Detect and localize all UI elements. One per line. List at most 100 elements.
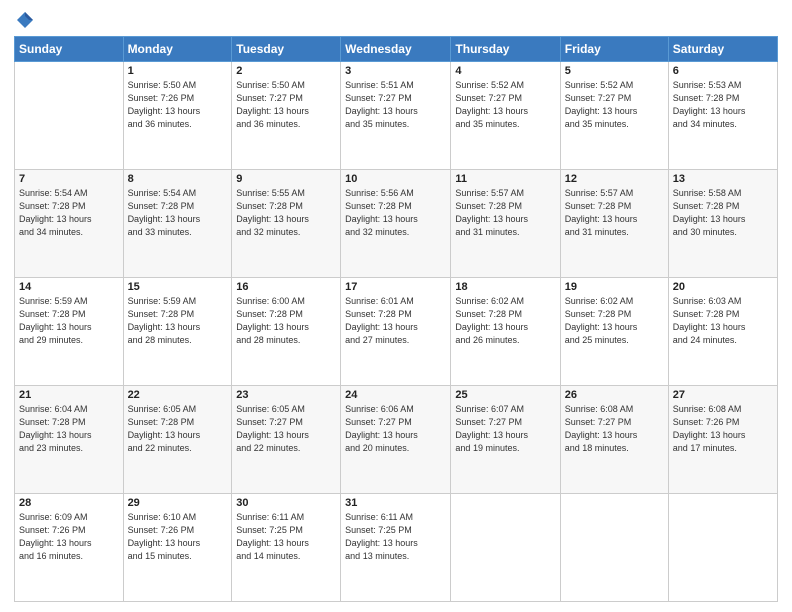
day-info: Sunrise: 5:54 AMSunset: 7:28 PMDaylight:…: [19, 187, 119, 239]
day-number: 31: [345, 497, 446, 509]
day-info: Sunrise: 6:00 AMSunset: 7:28 PMDaylight:…: [236, 295, 336, 347]
day-info: Sunrise: 6:10 AMSunset: 7:26 PMDaylight:…: [128, 511, 228, 563]
day-info: Sunrise: 5:53 AMSunset: 7:28 PMDaylight:…: [673, 79, 773, 131]
logo: [14, 10, 36, 30]
col-header-thursday: Thursday: [451, 37, 560, 62]
day-info: Sunrise: 5:55 AMSunset: 7:28 PMDaylight:…: [236, 187, 336, 239]
day-info: Sunrise: 5:52 AMSunset: 7:27 PMDaylight:…: [455, 79, 555, 131]
calendar-table: SundayMondayTuesdayWednesdayThursdayFrid…: [14, 36, 778, 602]
day-number: 10: [345, 173, 446, 185]
day-number: 5: [565, 65, 664, 77]
day-number: 28: [19, 497, 119, 509]
day-info: Sunrise: 6:04 AMSunset: 7:28 PMDaylight:…: [19, 403, 119, 455]
calendar-cell: 24 Sunrise: 6:06 AMSunset: 7:27 PMDayligh…: [341, 386, 451, 494]
calendar-cell: 30 Sunrise: 6:11 AMSunset: 7:25 PMDayligh…: [232, 494, 341, 602]
day-number: 26: [565, 389, 664, 401]
calendar-cell: 6 Sunrise: 5:53 AMSunset: 7:28 PMDaylight…: [668, 62, 777, 170]
day-number: 17: [345, 281, 446, 293]
calendar-cell: 10 Sunrise: 5:56 AMSunset: 7:28 PMDayligh…: [341, 170, 451, 278]
day-number: 27: [673, 389, 773, 401]
col-header-sunday: Sunday: [15, 37, 124, 62]
day-info: Sunrise: 5:51 AMSunset: 7:27 PMDaylight:…: [345, 79, 446, 131]
calendar-cell: 17 Sunrise: 6:01 AMSunset: 7:28 PMDayligh…: [341, 278, 451, 386]
calendar-cell: 27 Sunrise: 6:08 AMSunset: 7:26 PMDayligh…: [668, 386, 777, 494]
calendar-week-row: 28 Sunrise: 6:09 AMSunset: 7:26 PMDayligh…: [15, 494, 778, 602]
calendar-week-row: 7 Sunrise: 5:54 AMSunset: 7:28 PMDaylight…: [15, 170, 778, 278]
day-number: 16: [236, 281, 336, 293]
calendar-cell: 22Sunrise: 6:05 AMSunset: 7:28 PMDayligh…: [123, 386, 232, 494]
day-number: 11: [455, 173, 555, 185]
day-info: Sunrise: 6:01 AMSunset: 7:28 PMDaylight:…: [345, 295, 446, 347]
calendar-cell: 12Sunrise: 5:57 AMSunset: 7:28 PMDayligh…: [560, 170, 668, 278]
calendar-cell: 8Sunrise: 5:54 AMSunset: 7:28 PMDaylight…: [123, 170, 232, 278]
calendar-cell: [560, 494, 668, 602]
calendar-cell: 13Sunrise: 5:58 AMSunset: 7:28 PMDayligh…: [668, 170, 777, 278]
day-number: 14: [19, 281, 119, 293]
col-header-friday: Friday: [560, 37, 668, 62]
calendar-week-row: 1 Sunrise: 5:50 AMSunset: 7:26 PMDaylight…: [15, 62, 778, 170]
day-info: Sunrise: 6:05 AMSunset: 7:27 PMDaylight:…: [236, 403, 336, 455]
day-number: 18: [455, 281, 555, 293]
day-info: Sunrise: 6:11 AMSunset: 7:25 PMDaylight:…: [236, 511, 336, 563]
day-info: Sunrise: 6:03 AMSunset: 7:28 PMDaylight:…: [673, 295, 773, 347]
day-info: Sunrise: 6:08 AMSunset: 7:26 PMDaylight:…: [673, 403, 773, 455]
calendar-header: [14, 10, 778, 30]
calendar-cell: [451, 494, 560, 602]
calendar-cell: 16 Sunrise: 6:00 AMSunset: 7:28 PMDayligh…: [232, 278, 341, 386]
day-number: 4: [455, 65, 555, 77]
day-number: 24: [345, 389, 446, 401]
day-info: Sunrise: 5:56 AMSunset: 7:28 PMDaylight:…: [345, 187, 446, 239]
day-number: 12: [565, 173, 664, 185]
calendar-page: SundayMondayTuesdayWednesdayThursdayFrid…: [0, 0, 792, 612]
day-info: Sunrise: 6:07 AMSunset: 7:27 PMDaylight:…: [455, 403, 555, 455]
calendar-cell: 20 Sunrise: 6:03 AMSunset: 7:28 PMDayligh…: [668, 278, 777, 386]
day-info: Sunrise: 6:06 AMSunset: 7:27 PMDaylight:…: [345, 403, 446, 455]
day-number: 9: [236, 173, 336, 185]
day-info: Sunrise: 5:50 AMSunset: 7:26 PMDaylight:…: [128, 79, 228, 131]
calendar-cell: 5 Sunrise: 5:52 AMSunset: 7:27 PMDaylight…: [560, 62, 668, 170]
calendar-cell: 19 Sunrise: 6:02 AMSunset: 7:28 PMDayligh…: [560, 278, 668, 386]
day-number: 21: [19, 389, 119, 401]
day-info: Sunrise: 5:54 AMSunset: 7:28 PMDaylight:…: [128, 187, 228, 239]
day-number: 23: [236, 389, 336, 401]
calendar-cell: 14Sunrise: 5:59 AMSunset: 7:28 PMDayligh…: [15, 278, 124, 386]
day-number: 6: [673, 65, 773, 77]
day-number: 15: [128, 281, 228, 293]
day-info: Sunrise: 5:57 AMSunset: 7:28 PMDaylight:…: [455, 187, 555, 239]
day-number: 29: [128, 497, 228, 509]
calendar-cell: 2Sunrise: 5:50 AMSunset: 7:27 PMDaylight…: [232, 62, 341, 170]
day-number: 30: [236, 497, 336, 509]
calendar-cell: [15, 62, 124, 170]
day-info: Sunrise: 6:08 AMSunset: 7:27 PMDaylight:…: [565, 403, 664, 455]
day-info: Sunrise: 6:09 AMSunset: 7:26 PMDaylight:…: [19, 511, 119, 563]
col-header-saturday: Saturday: [668, 37, 777, 62]
day-info: Sunrise: 6:11 AMSunset: 7:25 PMDaylight:…: [345, 511, 446, 563]
calendar-cell: 7 Sunrise: 5:54 AMSunset: 7:28 PMDaylight…: [15, 170, 124, 278]
day-number: 13: [673, 173, 773, 185]
calendar-week-row: 21 Sunrise: 6:04 AMSunset: 7:28 PMDayligh…: [15, 386, 778, 494]
day-info: Sunrise: 6:02 AMSunset: 7:28 PMDaylight:…: [455, 295, 555, 347]
calendar-cell: 11 Sunrise: 5:57 AMSunset: 7:28 PMDayligh…: [451, 170, 560, 278]
day-info: Sunrise: 5:59 AMSunset: 7:28 PMDaylight:…: [128, 295, 228, 347]
calendar-cell: 4 Sunrise: 5:52 AMSunset: 7:27 PMDaylight…: [451, 62, 560, 170]
calendar-cell: 29 Sunrise: 6:10 AMSunset: 7:26 PMDayligh…: [123, 494, 232, 602]
calendar-cell: 15 Sunrise: 5:59 AMSunset: 7:28 PMDayligh…: [123, 278, 232, 386]
col-header-wednesday: Wednesday: [341, 37, 451, 62]
calendar-header-row: SundayMondayTuesdayWednesdayThursdayFrid…: [15, 37, 778, 62]
calendar-cell: 31 Sunrise: 6:11 AMSunset: 7:25 PMDayligh…: [341, 494, 451, 602]
calendar-cell: 9 Sunrise: 5:55 AMSunset: 7:28 PMDaylight…: [232, 170, 341, 278]
calendar-cell: 25Sunrise: 6:07 AMSunset: 7:27 PMDayligh…: [451, 386, 560, 494]
calendar-cell: [668, 494, 777, 602]
calendar-cell: 21 Sunrise: 6:04 AMSunset: 7:28 PMDayligh…: [15, 386, 124, 494]
day-number: 3: [345, 65, 446, 77]
day-number: 1: [128, 65, 228, 77]
day-number: 7: [19, 173, 119, 185]
calendar-cell: 3 Sunrise: 5:51 AMSunset: 7:27 PMDaylight…: [341, 62, 451, 170]
calendar-cell: 1 Sunrise: 5:50 AMSunset: 7:26 PMDaylight…: [123, 62, 232, 170]
calendar-cell: 28 Sunrise: 6:09 AMSunset: 7:26 PMDayligh…: [15, 494, 124, 602]
day-info: Sunrise: 5:52 AMSunset: 7:27 PMDaylight:…: [565, 79, 664, 131]
day-number: 20: [673, 281, 773, 293]
day-number: 2: [236, 65, 336, 77]
day-info: Sunrise: 6:02 AMSunset: 7:28 PMDaylight:…: [565, 295, 664, 347]
day-number: 19: [565, 281, 664, 293]
